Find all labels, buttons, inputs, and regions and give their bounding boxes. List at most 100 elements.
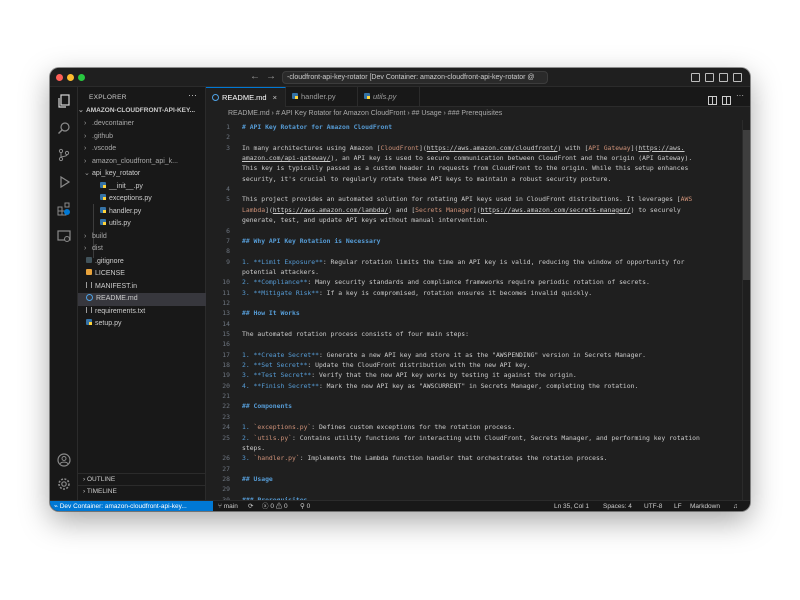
code-line[interactable]: 3 In many architectures using Amazon [Clo… bbox=[206, 143, 736, 153]
tree-item-exceptions-py[interactable]: exceptions.py bbox=[78, 193, 206, 206]
split-editor-icon[interactable] bbox=[722, 92, 731, 105]
code-line[interactable]: 13 ## How It Works bbox=[206, 308, 736, 318]
code-line[interactable]: 8 bbox=[206, 246, 736, 256]
toggle-panel-icon[interactable] bbox=[705, 73, 714, 82]
code-line[interactable]: 19 3. **Test Secret**: Verify that the ne… bbox=[206, 370, 736, 380]
run-debug-icon[interactable] bbox=[57, 175, 71, 189]
tree-item-devcontainer[interactable]: › .devcontainer bbox=[78, 118, 206, 131]
command-center[interactable]: -cloudfront-api-key-rotator [Dev Contain… bbox=[282, 71, 548, 84]
code-line[interactable]: 12 bbox=[206, 298, 736, 308]
editor-scrollbar[interactable] bbox=[742, 120, 750, 500]
tree-item-utils-py[interactable]: utils.py bbox=[78, 218, 206, 231]
code-token: amazon.com/api-gateway/ bbox=[242, 154, 331, 163]
timeline-section[interactable]: › TIMELINE bbox=[78, 485, 206, 497]
tree-item-vscode[interactable]: › .vscode bbox=[78, 143, 206, 156]
code-line[interactable]: 24 1. `exceptions.py`: Defines custom exc… bbox=[206, 422, 736, 432]
code-line[interactable]: 22 ## Components bbox=[206, 401, 736, 411]
code-line[interactable]: Lambda](https://aws.amazon.com/lambda/) … bbox=[206, 205, 736, 215]
tree-item-init-py[interactable]: __init__.py bbox=[78, 181, 206, 194]
ports-indicator[interactable]: ⚲ 0 bbox=[300, 501, 310, 511]
notifications-bell-icon[interactable]: ♫ bbox=[733, 501, 738, 511]
code-line[interactable]: potential attackers. bbox=[206, 267, 736, 277]
tree-item-requirements-txt[interactable]: requirements.txt bbox=[78, 306, 206, 319]
breadcrumb[interactable]: README.md › # API Key Rotator for Amazon… bbox=[206, 107, 750, 120]
close-tab-icon[interactable]: × bbox=[273, 93, 277, 102]
tree-item-manifest-in[interactable]: MANIFEST.in bbox=[78, 281, 206, 294]
accounts-icon[interactable] bbox=[57, 453, 71, 467]
code-line[interactable]: amazon.com/api-gateway/), an API key is … bbox=[206, 153, 736, 163]
code-line[interactable]: steps. bbox=[206, 443, 736, 453]
code-line[interactable]: 23 bbox=[206, 412, 736, 422]
code-line[interactable]: 9 1. **Limit Exposure**: Regular rotation… bbox=[206, 257, 736, 267]
tab-utils-py[interactable]: utils.py bbox=[358, 87, 420, 107]
code-line[interactable]: 25 2. `utils.py`: Contains utility functi… bbox=[206, 433, 736, 443]
tab-handler-py[interactable]: handler.py bbox=[286, 87, 358, 107]
extensions-icon[interactable] bbox=[57, 202, 71, 216]
code-line[interactable]: 1 # API Key Rotator for Amazon CloudFront bbox=[206, 122, 736, 132]
code-line[interactable]: generate, test, and update API keys with… bbox=[206, 215, 736, 225]
code-line[interactable]: 26 3. `handler.py`: Implements the Lambda… bbox=[206, 453, 736, 463]
tab-readme-md[interactable]: README.md × bbox=[206, 87, 286, 107]
tree-item-license[interactable]: LICENSE bbox=[78, 268, 206, 281]
code-line[interactable]: 21 bbox=[206, 391, 736, 401]
branch-indicator[interactable]: ⑂ main bbox=[218, 501, 238, 511]
forward-arrow-icon[interactable]: → bbox=[266, 71, 276, 82]
code-line[interactable]: This key is typically passed as a custom… bbox=[206, 163, 736, 173]
tree-item-readme-md[interactable]: README.md bbox=[78, 293, 206, 306]
scrollbar-thumb[interactable] bbox=[743, 130, 750, 280]
code-line[interactable]: 5 This project provides an automated solu… bbox=[206, 194, 736, 204]
tree-item-dist[interactable]: › dist bbox=[78, 243, 206, 256]
code-line[interactable]: 4 bbox=[206, 184, 736, 194]
remote-explorer-icon[interactable] bbox=[57, 229, 71, 243]
code-line[interactable]: 2 bbox=[206, 132, 736, 142]
minimize-window-button[interactable] bbox=[67, 74, 74, 81]
code-line[interactable]: 17 1. **Create Secret**: Generate a new A… bbox=[206, 350, 736, 360]
more-actions-icon[interactable]: ··· bbox=[188, 90, 197, 100]
toggle-secondary-sidebar-icon[interactable] bbox=[719, 73, 728, 82]
encoding[interactable]: UTF-8 bbox=[644, 501, 662, 511]
code-editor[interactable]: 1 # API Key Rotator for Amazon CloudFront… bbox=[206, 120, 750, 500]
code-line[interactable]: 16 bbox=[206, 339, 736, 349]
code-line[interactable]: 6 bbox=[206, 226, 736, 236]
settings-gear-icon[interactable] bbox=[57, 477, 71, 491]
code-line[interactable]: 15 The automated rotation process consist… bbox=[206, 329, 736, 339]
tree-item-gitignore[interactable]: .gitignore bbox=[78, 256, 206, 269]
end-of-line[interactable]: LF bbox=[674, 501, 682, 511]
outline-section[interactable]: › OUTLINE bbox=[78, 473, 206, 485]
code-line[interactable]: 10 2. **Compliance**: Many security stand… bbox=[206, 277, 736, 287]
more-actions-icon[interactable]: ··· bbox=[736, 92, 745, 101]
python-file-icon bbox=[100, 206, 106, 213]
problems-indicator[interactable]: ⓧ 0 ⚠ 0 bbox=[262, 501, 288, 511]
code-line[interactable]: 14 bbox=[206, 319, 736, 329]
language-mode[interactable]: Markdown bbox=[690, 501, 720, 511]
code-line[interactable]: 27 bbox=[206, 464, 736, 474]
open-preview-icon[interactable] bbox=[708, 92, 717, 105]
toggle-primary-sidebar-icon[interactable] bbox=[691, 73, 700, 82]
workspace-root[interactable]: ⌄ AMAZON-CLOUDFRONT-API-KEY... bbox=[78, 105, 206, 118]
tree-item-api-key-rotator[interactable]: ⌄ api_key_rotator bbox=[78, 168, 206, 181]
close-window-button[interactable] bbox=[56, 74, 63, 81]
code-line[interactable]: 7 ## Why API Key Rotation is Necessary bbox=[206, 236, 736, 246]
search-icon[interactable] bbox=[57, 121, 71, 135]
tree-item-setup-py[interactable]: setup.py bbox=[78, 318, 206, 331]
tree-item-amazon-cloudfront-api-k[interactable]: › amazon_cloudfront_api_k... bbox=[78, 156, 206, 169]
code-line[interactable]: 11 3. **Mitigate Risk**: If a key is comp… bbox=[206, 288, 736, 298]
tree-item-handler-py[interactable]: handler.py bbox=[78, 206, 206, 219]
tree-item-github[interactable]: › .github bbox=[78, 131, 206, 144]
code-line[interactable]: 28 ## Usage bbox=[206, 474, 736, 484]
line-number: 10 bbox=[222, 278, 230, 287]
customize-layout-icon[interactable] bbox=[733, 73, 742, 82]
cursor-position[interactable]: Ln 35, Col 1 bbox=[554, 501, 589, 511]
maximize-window-button[interactable] bbox=[78, 74, 85, 81]
indentation[interactable]: Spaces: 4 bbox=[603, 501, 632, 511]
code-line[interactable]: 18 2. **Set Secret**: Update the CloudFro… bbox=[206, 360, 736, 370]
tree-item-build[interactable]: › build bbox=[78, 231, 206, 244]
code-line[interactable]: security, it's crucial to regularly rota… bbox=[206, 174, 736, 184]
explorer-icon[interactable] bbox=[57, 94, 71, 108]
remote-indicator[interactable]: ⌁ Dev Container: amazon-cloudfront-api-k… bbox=[50, 501, 213, 511]
code-line[interactable]: 29 bbox=[206, 484, 736, 494]
back-arrow-icon[interactable]: ← bbox=[250, 71, 260, 82]
source-control-icon[interactable] bbox=[57, 148, 71, 162]
sync-icon[interactable]: ⟳ bbox=[248, 501, 253, 511]
code-line[interactable]: 20 4. **Finish Secret**: Mark the new API… bbox=[206, 381, 736, 391]
